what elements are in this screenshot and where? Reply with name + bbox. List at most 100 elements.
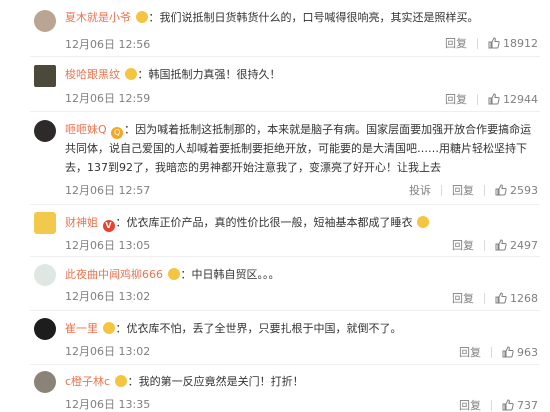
comment-actions: 回复 737 <box>449 397 538 412</box>
like-icon <box>495 292 507 304</box>
reply-button[interactable]: 回复 <box>452 182 474 198</box>
smiley-emoji-icon <box>114 375 127 387</box>
name-separator: ： <box>124 123 136 136</box>
name-separator: ： <box>115 322 127 335</box>
divider <box>30 56 540 57</box>
username[interactable]: 财神姐 <box>65 216 98 229</box>
like-button[interactable]: 2497 <box>495 239 538 252</box>
comment-text: 韩国抵制力真强！很持久！ <box>148 68 281 81</box>
username[interactable]: 梭哈跟黑纹 <box>65 68 120 81</box>
like-button[interactable]: 2593 <box>495 184 538 197</box>
action-divider <box>484 239 485 251</box>
like-button[interactable]: 1268 <box>495 292 538 305</box>
smiley-emoji-icon <box>124 68 137 80</box>
comment-actions: 回复 18912 <box>435 35 538 51</box>
like-count: 2497 <box>510 238 538 252</box>
name-separator: ： <box>115 216 127 229</box>
like-button[interactable]: 18912 <box>488 37 538 50</box>
like-icon <box>495 239 507 251</box>
comment-body: 崔一里 ：优衣库不怕，丢了全世界，只要扎根于中国，就倒不了。 <box>65 319 540 338</box>
divider <box>30 364 540 365</box>
comment-body: 此夜曲中闻鸡柳666 ：中日韩自贸区。。。 <box>65 265 540 284</box>
comment-body: 夏木就是小爷 ：我们说抵制日货韩货什么的，口号喊得很响亮，其实还是照样买。 <box>65 8 540 27</box>
smiley-emoji-icon <box>135 11 148 23</box>
comment-text-line: 共同体，说自己爱国的人却喊着要抵制要拒绝开放，可能要的是大清国吧……用糖片轻松坚… <box>65 142 527 155</box>
report-button[interactable]: 投诉 <box>409 182 431 198</box>
username[interactable]: 咂咂妹Q <box>65 123 107 136</box>
comment-text: 我们说抵制日货韩货什么的，口号喊得很响亮，其实还是照样买。 <box>159 11 479 24</box>
comment-body: 咂咂妹Q Q ：因为喊着抵制这抵制那的，本来就是脑子有病。国家层面要加强开放合作要… <box>65 120 540 177</box>
comment-actions: 回复 2497 <box>442 237 538 253</box>
divider <box>30 111 540 112</box>
action-divider <box>441 184 442 196</box>
comment-text: 中日韩自贸区。。。 <box>191 268 280 281</box>
comment-actions: 回复 963 <box>449 344 538 360</box>
like-count: 1268 <box>510 291 538 305</box>
comment-actions: 投诉 回复 2593 <box>399 182 538 198</box>
username[interactable]: 此夜曲中闻鸡柳666 <box>65 268 163 281</box>
username[interactable]: c橙子林c <box>65 375 110 388</box>
reply-button[interactable]: 回复 <box>445 91 467 107</box>
like-count: 963 <box>517 345 538 359</box>
like-count: 12944 <box>503 92 538 106</box>
comment-actions: 回复 1268 <box>442 290 538 306</box>
comment-body: 梭哈跟黑纹 ：韩国抵制力真强！很持久！ <box>65 65 540 84</box>
comment-text: 我的第一反应竟然是关门！打折！ <box>138 375 304 388</box>
smiley-emoji-icon <box>417 216 429 228</box>
avatar[interactable] <box>34 264 56 286</box>
action-divider <box>491 346 492 358</box>
like-count: 2593 <box>510 183 538 197</box>
avatar[interactable] <box>34 65 56 87</box>
action-divider <box>484 292 485 304</box>
like-icon <box>502 399 514 411</box>
divider <box>30 204 540 205</box>
avatar[interactable] <box>34 120 56 142</box>
reply-button[interactable]: 回复 <box>459 344 481 360</box>
name-separator: ： <box>148 11 160 24</box>
action-divider <box>477 93 478 105</box>
reply-button[interactable]: 回复 <box>445 35 467 51</box>
timestamp: 12月06日 13:02 <box>65 290 151 303</box>
action-divider <box>477 37 478 49</box>
reply-button[interactable]: 回复 <box>459 397 481 412</box>
username[interactable]: 崔一里 <box>65 322 98 335</box>
timestamp: 12月06日 12:56 <box>65 38 151 51</box>
timestamp: 12月06日 13:05 <box>65 239 151 252</box>
comment-text-line: 去，137到92了，我暗恋的男神都开始注意我了，变漂亮了好开心！让我上去 <box>65 161 441 174</box>
reply-button[interactable]: 回复 <box>452 237 474 253</box>
name-separator: ： <box>127 375 139 388</box>
comment-text: 优衣库正价产品，真的性价比很一般，短袖基本都成了睡衣 <box>126 216 413 229</box>
like-button[interactable]: 963 <box>502 346 538 359</box>
avatar[interactable] <box>34 318 56 340</box>
name-separator: ： <box>180 268 192 281</box>
like-button[interactable]: 737 <box>502 399 538 412</box>
like-icon <box>495 184 507 196</box>
timestamp: 12月06日 12:59 <box>65 92 151 105</box>
comment-body: 财神姐 V ：优衣库正价产品，真的性价比很一般，短袖基本都成了睡衣 <box>65 213 540 232</box>
avatar[interactable] <box>34 212 56 234</box>
smiley-emoji-icon <box>102 322 115 334</box>
comment-text-line: 因为喊着抵制这抵制那的，本来就是脑子有病。国家层面要加强开放合作要搞命运 <box>135 123 532 136</box>
comment-actions: 回复 12944 <box>435 91 538 107</box>
timestamp: 12月06日 12:57 <box>65 184 151 197</box>
timestamp: 12月06日 13:35 <box>65 398 151 411</box>
avatar[interactable] <box>34 371 56 393</box>
like-count: 737 <box>517 398 538 412</box>
action-divider <box>484 184 485 196</box>
like-icon <box>488 37 500 49</box>
comment-text: 优衣库不怕，丢了全世界，只要扎根于中国，就倒不了。 <box>126 322 402 335</box>
username[interactable]: 夏木就是小爷 <box>65 11 131 24</box>
comment-body: c橙子林c ：我的第一反应竟然是关门！打折！ <box>65 372 540 391</box>
avatar[interactable] <box>34 10 56 32</box>
name-separator: ： <box>137 68 149 81</box>
like-icon <box>502 346 514 358</box>
timestamp: 12月06日 13:02 <box>65 345 151 358</box>
like-button[interactable]: 12944 <box>488 93 538 106</box>
like-count: 18912 <box>503 36 538 50</box>
reply-button[interactable]: 回复 <box>452 290 474 306</box>
q-badge: Q <box>111 127 124 139</box>
vip-badge: V <box>102 220 115 232</box>
like-icon <box>488 93 500 105</box>
divider <box>30 256 540 257</box>
action-divider <box>491 399 492 411</box>
